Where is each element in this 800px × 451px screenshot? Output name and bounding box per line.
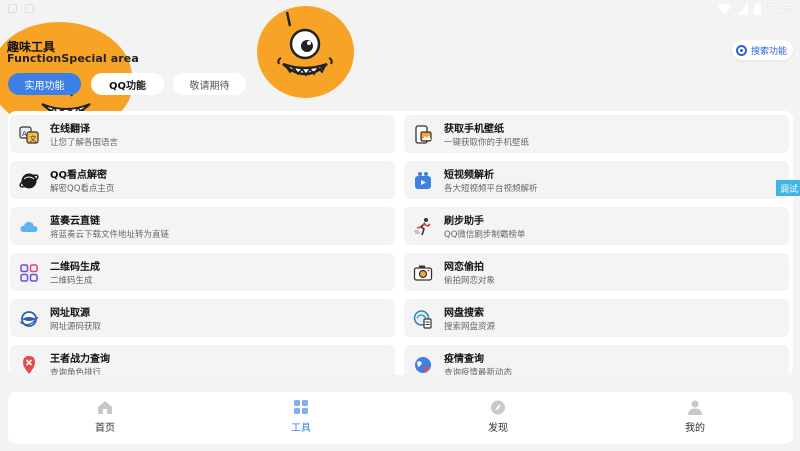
signal-icon [738, 3, 749, 15]
tool-title: 二维码生成 [50, 262, 100, 273]
tool-card-short-video[interactable]: 短视频解析 各大短视频平台视频解析 [404, 161, 789, 199]
planet-icon [19, 171, 39, 191]
tool-title: 短视频解析 [444, 170, 494, 181]
tool-desc: QQ微信刷步制霸榜单 [444, 230, 526, 240]
wallpaper-icon [413, 125, 433, 145]
search-icon [736, 44, 747, 56]
tool-desc: 查询角色排行 [50, 368, 102, 375]
notification-square-icon [25, 4, 34, 13]
tool-title: 王者战力查询 [50, 354, 110, 365]
tool-desc: 解密QQ看点主页 [50, 184, 115, 194]
tool-card-wallpaper[interactable]: 获取手机壁纸 一键获取你的手机壁纸 [404, 115, 789, 153]
running-icon [413, 217, 433, 237]
home-icon [98, 401, 112, 414]
nav-label: 工具 [291, 423, 311, 434]
svg-text:文: 文 [30, 134, 37, 143]
nav-label: 我的 [685, 423, 705, 434]
bottom-navigation: 首页 工具 发现 我的 [8, 392, 793, 444]
nav-label: 首页 [95, 423, 115, 434]
status-bar: 5:45 [0, 0, 800, 20]
camera-icon [413, 263, 433, 283]
tools-panel: A文 在线翻译 让您了解各国语言 获取手机壁纸 一键获取你的手机壁纸 QQ看点解… [8, 111, 793, 375]
tool-card-translate[interactable]: A文 在线翻译 让您了解各国语言 [10, 115, 395, 153]
qrcode-icon [19, 263, 39, 283]
tab-practical[interactable]: 实用功能 [8, 73, 81, 95]
tool-card-step-helper[interactable]: 刷步助手 QQ微信刷步制霸榜单 [404, 207, 789, 245]
tool-desc: 偷拍网恋对象 [444, 276, 496, 286]
tool-card-url-source[interactable]: 网址取源 网址源码获取 [10, 299, 395, 337]
tool-title: QQ看点解密 [50, 170, 108, 181]
user-icon [688, 400, 702, 415]
location-pin-icon [19, 355, 39, 375]
tool-title: 获取手机壁纸 [444, 124, 504, 135]
nav-item-mine[interactable]: 我的 [665, 400, 725, 434]
translate-icon: A文 [19, 125, 39, 145]
nav-item-discover[interactable]: 发现 [468, 400, 528, 434]
compass-icon [491, 400, 505, 415]
page-subtitle: FunctionSpecial area [7, 52, 139, 65]
wifi-icon [718, 3, 733, 14]
tool-desc: 各大短视频平台视频解析 [444, 184, 538, 194]
tool-desc: 网址源码获取 [50, 322, 102, 332]
tool-desc: 将蓝奏云下载文件地址转为直链 [50, 230, 170, 240]
nav-item-tools[interactable]: 工具 [271, 400, 331, 434]
mascot-center-decoration [257, 6, 354, 98]
video-icon [413, 171, 433, 191]
tool-desc: 让您了解各国语言 [50, 138, 119, 148]
grid-icon [294, 400, 308, 414]
tool-desc: 搜索网盘资源 [444, 322, 496, 332]
tool-title: 网恋偷拍 [444, 262, 484, 273]
tool-card-netdisk-search[interactable]: 网盘搜索 搜索网盘资源 [404, 299, 789, 337]
tool-title: 网盘搜索 [444, 308, 484, 319]
battery-icon [754, 3, 762, 15]
svg-text:A: A [22, 130, 27, 138]
tab-coming-soon[interactable]: 敬请期待 [173, 73, 246, 95]
tool-card-epidemic[interactable]: 疫情查询 查询疫情最新动态 [404, 345, 789, 375]
tool-title: 网址取源 [50, 308, 90, 319]
search-function-label: 搜索功能 [751, 46, 788, 57]
tool-card-qrcode[interactable]: 二维码生成 二维码生成 [10, 253, 395, 291]
tool-desc: 二维码生成 [50, 276, 93, 286]
nav-label: 发现 [488, 423, 508, 434]
tab-qq[interactable]: QQ功能 [91, 73, 164, 95]
tool-card-online-dating-photo[interactable]: 网恋偷拍 偷拍网恋对象 [404, 253, 789, 291]
tool-desc: 查询疫情最新动态 [444, 368, 513, 375]
tool-card-honor-power[interactable]: 王者战力查询 查询角色排行 [10, 345, 395, 375]
tool-title: 疫情查询 [444, 354, 484, 365]
tool-title: 刷步助手 [444, 216, 484, 227]
tool-desc: 一键获取你的手机壁纸 [444, 138, 530, 148]
debug-button[interactable]: 调试 [776, 180, 800, 196]
tool-card-qq-kandian[interactable]: QQ看点解密 解密QQ看点主页 [10, 161, 395, 199]
status-time: 5:45 [767, 2, 794, 16]
tool-title: 在线翻译 [50, 124, 90, 135]
tool-card-lanzou[interactable]: 蓝奏云直链 将蓝奏云下载文件地址转为直链 [10, 207, 395, 245]
notification-square-icon [8, 4, 17, 13]
earth-icon [413, 355, 433, 375]
search-function-button[interactable]: 搜索功能 [732, 40, 794, 60]
search-doc-icon [413, 309, 433, 329]
cloud-icon [19, 217, 39, 237]
globe-icon [19, 309, 39, 329]
tool-title: 蓝奏云直链 [50, 216, 100, 227]
nav-item-home[interactable]: 首页 [75, 400, 135, 434]
